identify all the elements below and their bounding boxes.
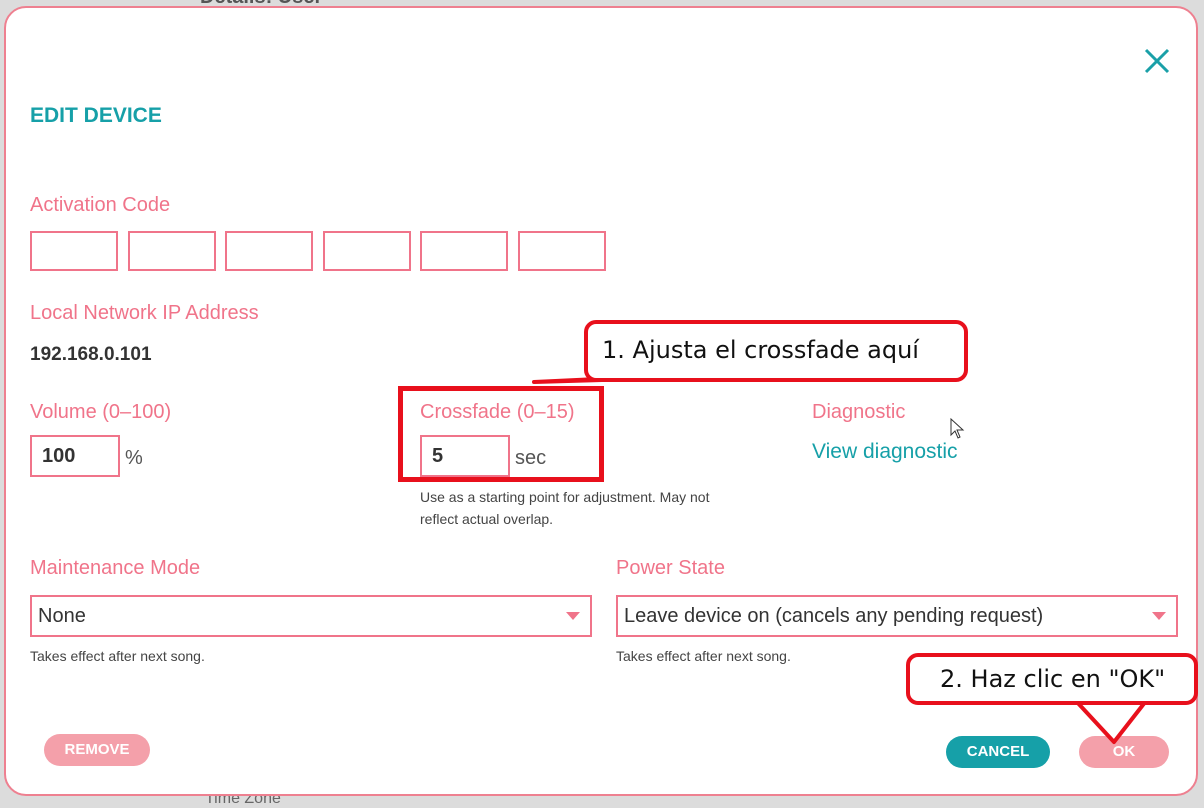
- volume-unit: %: [125, 447, 143, 469]
- mouse-cursor-icon: [950, 418, 965, 439]
- crossfade-highlight-box: [398, 386, 604, 482]
- crossfade-hint-line2: reflect actual overlap.: [420, 511, 554, 527]
- power-state-label: Power State: [616, 557, 725, 579]
- ip-address-label: Local Network IP Address: [30, 302, 259, 324]
- remove-button[interactable]: REMOVE: [44, 734, 150, 766]
- maintenance-mode-hint: Takes effect after next song.: [30, 648, 205, 664]
- close-icon[interactable]: [1138, 42, 1176, 80]
- activation-code-box-2[interactable]: [128, 231, 216, 271]
- power-state-hint: Takes effect after next song.: [616, 648, 791, 664]
- power-state-selected: Leave device on (cancels any pending req…: [624, 605, 1044, 627]
- callout-step-1: 1. Ajusta el crossfade aquí: [584, 320, 968, 382]
- crossfade-hint-line1: Use as a starting point for adjustment. …: [420, 489, 710, 505]
- maintenance-mode-select[interactable]: None: [30, 595, 592, 637]
- crossfade-hint: Use as a starting point for adjustment. …: [420, 486, 709, 530]
- view-diagnostic-link[interactable]: View diagnostic: [812, 440, 958, 464]
- activation-code-box-1[interactable]: [30, 231, 118, 271]
- maintenance-mode-label: Maintenance Mode: [30, 557, 201, 579]
- chevron-down-icon: [566, 612, 580, 620]
- ip-address-value: 192.168.0.101: [30, 344, 152, 365]
- chevron-down-icon: [1152, 612, 1166, 620]
- activation-code-box-5[interactable]: [420, 231, 508, 271]
- callout-step-2: 2. Haz clic en "OK": [906, 653, 1198, 705]
- power-state-select[interactable]: Leave device on (cancels any pending req…: [616, 595, 1178, 637]
- cancel-button[interactable]: CANCEL: [946, 736, 1050, 768]
- dialog-title: EDIT DEVICE: [30, 104, 162, 127]
- callout-step-1-text: 1. Ajusta el crossfade aquí: [602, 336, 919, 364]
- activation-code-box-6[interactable]: [518, 231, 606, 271]
- maintenance-mode-selected: None: [38, 605, 86, 627]
- diagnostic-label: Diagnostic: [812, 401, 906, 423]
- activation-code-label: Activation Code: [30, 194, 171, 216]
- volume-label: Volume (0–100): [30, 401, 172, 423]
- callout-step-2-text: 2. Haz clic en "OK": [940, 665, 1166, 693]
- activation-code-box-4[interactable]: [323, 231, 411, 271]
- ok-button[interactable]: OK: [1079, 736, 1169, 768]
- volume-input[interactable]: 100: [30, 435, 120, 477]
- activation-code-box-3[interactable]: [225, 231, 313, 271]
